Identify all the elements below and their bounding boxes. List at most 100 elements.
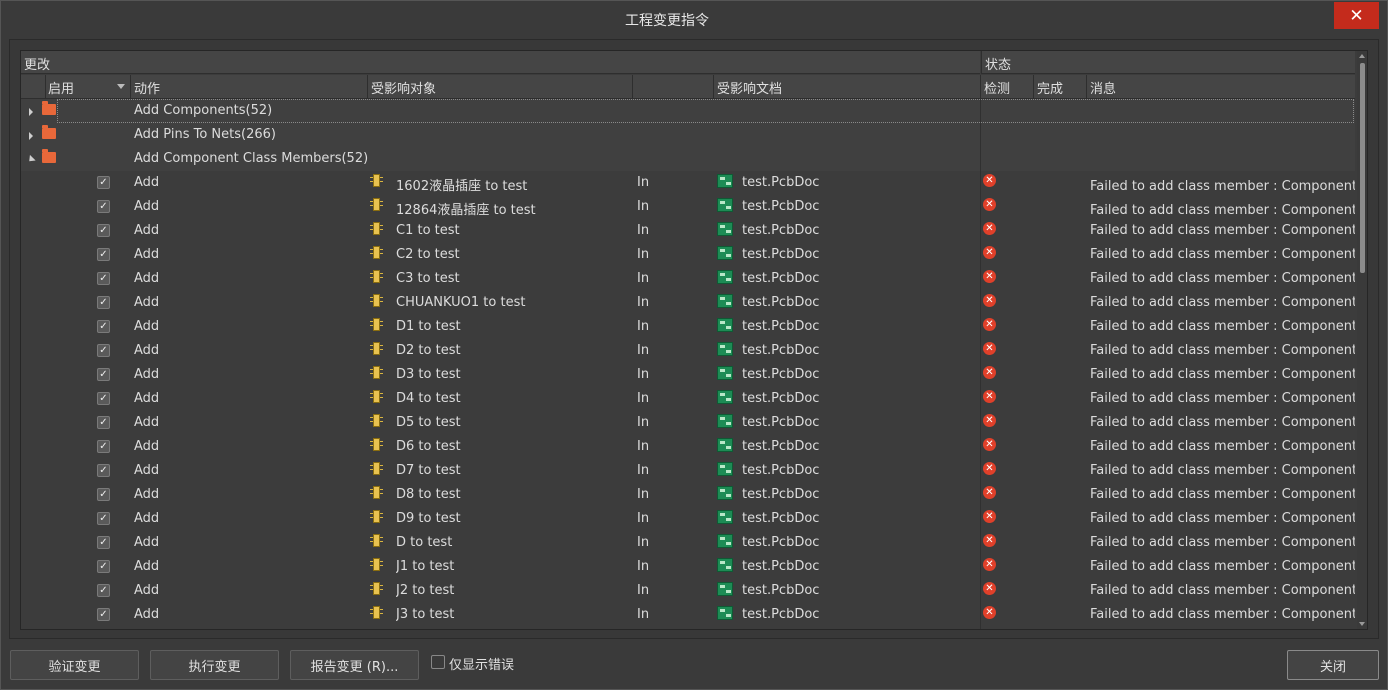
- pcb-document-icon: [717, 462, 733, 476]
- scroll-up-arrow-icon[interactable]: [1359, 54, 1365, 58]
- folder-icon: [42, 149, 56, 163]
- enable-checkbox[interactable]: ✓: [97, 176, 110, 189]
- column-header-check[interactable]: 检测: [981, 75, 1033, 99]
- affected-object-cell: J1 to test: [396, 559, 455, 574]
- message-cell: Failed to add class member : Component D…: [1090, 415, 1355, 430]
- vertical-scrollbar[interactable]: [1357, 51, 1367, 629]
- enable-checkbox[interactable]: ✓: [97, 224, 110, 237]
- collapse-arrow-icon[interactable]: [26, 154, 36, 165]
- component-icon: [370, 174, 383, 188]
- message-cell: Failed to add class member : Component D…: [1090, 463, 1355, 478]
- table-row[interactable]: ✓ Add J2 to test In test.PcbDoc ✕ Failed to ad…: [21, 579, 1355, 603]
- column-header-action[interactable]: 动作: [131, 75, 367, 99]
- pcb-document-icon: [717, 222, 733, 236]
- pcb-document-icon: [717, 582, 733, 596]
- sort-dropdown-icon[interactable]: [117, 84, 125, 89]
- table-row[interactable]: ✓ Add D5 to test In test.PcbDoc ✕ Failed to ad…: [21, 411, 1355, 435]
- expand-arrow-icon[interactable]: [29, 108, 33, 116]
- table-row[interactable]: ✓ Add 1602液晶插座 to test In test.PcbDoc ✕ Failed…: [21, 171, 1355, 195]
- error-icon: ✕: [983, 294, 996, 307]
- error-icon: ✕: [983, 486, 996, 499]
- direction-cell: In: [637, 415, 650, 430]
- enable-checkbox[interactable]: ✓: [97, 392, 110, 405]
- enable-checkbox[interactable]: ✓: [97, 272, 110, 285]
- table-row[interactable]: ✓ Add C2 to test In test.PcbDoc ✕ Failed to ad…: [21, 243, 1355, 267]
- group-label: Add Pins To Nets(266): [134, 127, 276, 142]
- scroll-thumb[interactable]: [1360, 63, 1365, 273]
- enable-checkbox[interactable]: ✓: [97, 320, 110, 333]
- execute-changes-button[interactable]: 执行变更: [150, 650, 279, 680]
- group-row[interactable]: Add Components(52): [21, 99, 1355, 123]
- only-show-errors-checkbox[interactable]: [431, 655, 445, 669]
- column-header-affected-object[interactable]: 受影响对象: [368, 75, 632, 99]
- enable-checkbox[interactable]: ✓: [97, 416, 110, 429]
- group-label: Add Component Class Members(52): [134, 151, 369, 166]
- table-row[interactable]: ✓ Add J1 to test In test.PcbDoc ✕ Failed to ad…: [21, 555, 1355, 579]
- direction-cell: In: [637, 607, 650, 622]
- direction-cell: In: [637, 535, 650, 550]
- enable-checkbox[interactable]: ✓: [97, 488, 110, 501]
- table-row[interactable]: ✓ Add D1 to test In test.PcbDoc ✕ Failed to ad…: [21, 315, 1355, 339]
- changes-panel: 更改 状态 启用 动作 受影响对象 受影响文档 检测 完成 消息 Add Com…: [9, 39, 1379, 639]
- enable-checkbox[interactable]: ✓: [97, 560, 110, 573]
- enable-checkbox[interactable]: ✓: [97, 608, 110, 621]
- table-row[interactable]: ✓ Add D2 to test In test.PcbDoc ✕ Failed to ad…: [21, 339, 1355, 363]
- affected-document-cell: test.PcbDoc: [742, 175, 820, 190]
- table-row[interactable]: ✓ Add 12864液晶插座 to test In test.PcbDoc ✕ Faile…: [21, 195, 1355, 219]
- enable-checkbox[interactable]: ✓: [97, 296, 110, 309]
- direction-cell: In: [637, 295, 650, 310]
- column-header-direction[interactable]: [633, 75, 713, 99]
- direction-cell: In: [637, 223, 650, 238]
- action-cell: Add: [134, 223, 160, 238]
- folder-icon: [42, 101, 56, 115]
- error-icon: ✕: [983, 606, 996, 619]
- column-header-done[interactable]: 完成: [1034, 75, 1086, 99]
- component-icon: [370, 486, 383, 500]
- table-row[interactable]: ✓ Add D6 to test In test.PcbDoc ✕ Failed to ad…: [21, 435, 1355, 459]
- table-row[interactable]: ✓ Add C1 to test In test.PcbDoc ✕ Failed to ad…: [21, 219, 1355, 243]
- table-row[interactable]: ✓ Add CHUANKUO1 to test In test.PcbDoc ✕ Faile…: [21, 291, 1355, 315]
- error-icon: ✕: [983, 510, 996, 523]
- enable-checkbox[interactable]: ✓: [97, 584, 110, 597]
- enable-checkbox[interactable]: ✓: [97, 248, 110, 261]
- table-row[interactable]: ✓ Add D4 to test In test.PcbDoc ✕ Failed to ad…: [21, 387, 1355, 411]
- enable-checkbox[interactable]: ✓: [97, 368, 110, 381]
- table-row[interactable]: ✓ Add D to test In test.PcbDoc ✕ Failed to add…: [21, 531, 1355, 555]
- close-window-button[interactable]: ✕: [1334, 2, 1379, 29]
- table-row[interactable]: ✓ Add D3 to test In test.PcbDoc ✕ Failed to ad…: [21, 363, 1355, 387]
- scroll-down-arrow-icon[interactable]: [1359, 622, 1365, 626]
- enable-checkbox[interactable]: ✓: [97, 200, 110, 213]
- direction-cell: In: [637, 511, 650, 526]
- group-row[interactable]: Add Component Class Members(52): [21, 147, 1355, 171]
- column-header-affected-document[interactable]: 受影响文档: [714, 75, 980, 99]
- component-icon: [370, 510, 383, 524]
- error-icon: ✕: [983, 174, 996, 187]
- enable-checkbox[interactable]: ✓: [97, 536, 110, 549]
- action-cell: Add: [134, 391, 160, 406]
- enable-checkbox[interactable]: ✓: [97, 344, 110, 357]
- pcb-document-icon: [717, 294, 733, 308]
- enable-checkbox[interactable]: ✓: [97, 464, 110, 477]
- affected-object-cell: J3 to test: [396, 607, 455, 622]
- direction-cell: In: [637, 247, 650, 262]
- group-row[interactable]: Add Pins To Nets(266): [21, 123, 1355, 147]
- direction-cell: In: [637, 583, 650, 598]
- table-row[interactable]: ✓ Add D9 to test In test.PcbDoc ✕ Failed to ad…: [21, 507, 1355, 531]
- expand-arrow-icon[interactable]: [29, 132, 33, 140]
- affected-document-cell: test.PcbDoc: [742, 415, 820, 430]
- validate-changes-button[interactable]: 验证变更: [10, 650, 139, 680]
- report-changes-button[interactable]: 报告变更 (R)...: [290, 650, 419, 680]
- affected-object-cell: D1 to test: [396, 319, 461, 334]
- table-row[interactable]: ✓ Add D7 to test In test.PcbDoc ✕ Failed to ad…: [21, 459, 1355, 483]
- pcb-document-icon: [717, 318, 733, 332]
- action-cell: Add: [134, 319, 160, 334]
- component-icon: [370, 558, 383, 572]
- enable-checkbox[interactable]: ✓: [97, 440, 110, 453]
- enable-checkbox[interactable]: ✓: [97, 512, 110, 525]
- table-row[interactable]: ✓ Add D8 to test In test.PcbDoc ✕ Failed to ad…: [21, 483, 1355, 507]
- close-button[interactable]: 关闭: [1287, 650, 1379, 680]
- table-row[interactable]: ✓ Add J3 to test In test.PcbDoc ✕ Failed to ad…: [21, 603, 1355, 627]
- column-header-message[interactable]: 消息: [1087, 75, 1355, 99]
- pcb-document-icon: [717, 366, 733, 380]
- table-row[interactable]: ✓ Add C3 to test In test.PcbDoc ✕ Failed to ad…: [21, 267, 1355, 291]
